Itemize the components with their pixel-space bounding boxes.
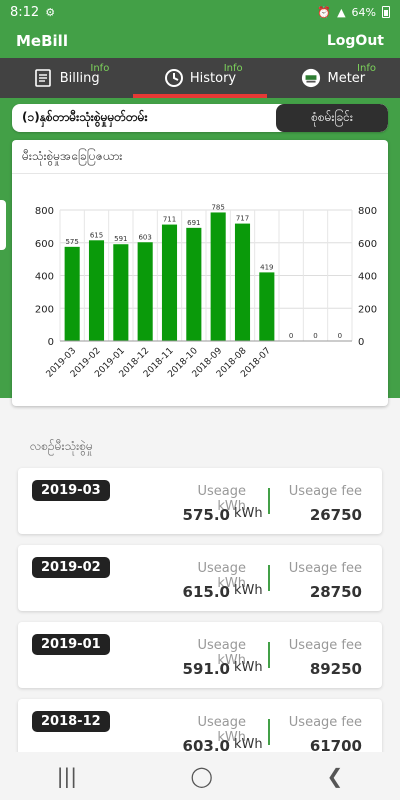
tab-history[interactable]: History Info (133, 58, 267, 98)
bar-value-label: 591 (114, 235, 127, 243)
bar-value-label: 575 (65, 238, 78, 246)
search-row: (၁)နှစ်တာမီးသုံးစွဲမှုမှတ်တမ်း စုံစမ်းခြ… (12, 104, 388, 132)
billing-icon (34, 68, 54, 88)
y-tick-label-left: 600 (35, 239, 54, 250)
usage-unit: kWh (234, 506, 263, 521)
y-tick-label-right: 800 (358, 206, 377, 217)
logout-button[interactable]: LogOut (327, 33, 384, 49)
bar (259, 272, 275, 341)
side-drawer-peek[interactable] (0, 200, 6, 250)
bar (210, 212, 226, 341)
history-month: 2019-02 (32, 557, 110, 578)
meter-icon (301, 68, 321, 88)
recent-apps-icon[interactable]: ||| (57, 764, 77, 788)
tab-meter[interactable]: Meter Info (267, 58, 400, 98)
fee-label: Useage fee (288, 715, 362, 730)
app-title: MeBill (16, 32, 68, 50)
usage-unit: kWh (234, 583, 263, 598)
y-tick-label-left: 800 (35, 206, 54, 217)
tab-meter-badge: Info (357, 63, 376, 74)
divider (268, 642, 270, 668)
tab-history-badge: Info (223, 63, 243, 74)
bar (113, 244, 129, 341)
usage-value: 575.0 (182, 506, 230, 524)
home-icon[interactable]: ◯ (191, 764, 213, 788)
usage-unit: kWh (234, 737, 263, 752)
bar-value-label: 0 (313, 332, 317, 340)
search-button[interactable]: စုံစမ်းခြင်း (276, 104, 388, 132)
divider (268, 719, 270, 745)
y-tick-label-left: 200 (35, 304, 54, 315)
history-card[interactable]: 2019-01 Useage kWh 591.0 kWh Useage fee … (18, 622, 382, 688)
divider (268, 488, 270, 514)
history-month: 2019-01 (32, 634, 110, 655)
history-month: 2018-12 (32, 711, 110, 732)
status-bar: 8:12 ⚙ ⏰ ▲ 64% (0, 0, 400, 24)
bar (137, 242, 153, 341)
history-card[interactable]: 2019-02 Useage kWh 615.0 kWh Useage fee … (18, 545, 382, 611)
tab-bar: Billing Info History Info Meter Info (0, 58, 400, 98)
bar-value-label: 0 (338, 332, 342, 340)
fee-label: Useage fee (288, 561, 362, 576)
bar-value-label: 0 (289, 332, 293, 340)
tab-billing[interactable]: Billing Info (0, 58, 133, 98)
app-bar: MeBill LogOut (0, 24, 400, 58)
fee-value: 26750 (309, 506, 362, 524)
usage-value: 615.0 (182, 583, 230, 601)
usage-bar-chart: 0 0200 200400 400600 600800 8005752019-036152… (35, 203, 377, 379)
history-section-title: လစဉ်မီးသုံးစွဲမှု (30, 439, 93, 453)
history-month: 2019-03 (32, 480, 110, 501)
chart-card: မီးသုံးစွဲမှုအခြေပြဇယား 0 0 200 200 400 400 60… (12, 140, 388, 406)
y-tick-label-left: 0 (48, 337, 54, 348)
y-tick-label-right: 600 (358, 239, 377, 250)
bar-value-label: 785 (211, 203, 224, 211)
status-time: 8:12 (10, 4, 40, 20)
bar-value-label: 615 (90, 231, 103, 239)
bar (186, 227, 202, 341)
alarm-icon: ⏰ (317, 5, 332, 19)
bar (234, 223, 251, 341)
fee-value: 28750 (309, 583, 362, 601)
bar-value-label: 711 (163, 216, 176, 224)
battery-text: 64% (351, 5, 376, 19)
signal-icon: ▲ (337, 5, 346, 19)
system-nav-bar: ||| ◯ ❮ (0, 752, 400, 800)
y-tick-label-right: 200 (358, 304, 377, 315)
fee-label: Useage fee (288, 484, 362, 499)
search-label[interactable]: (၁)နှစ်တာမီးသုံးစွဲမှုမှတ်တမ်း (12, 104, 276, 132)
divider (268, 565, 270, 591)
fee-value: 89250 (309, 660, 362, 678)
y-tick-label-right: 400 (358, 272, 377, 283)
chart-title: မီးသုံးစွဲမှုအခြေပြဇယား (12, 140, 388, 174)
bar-value-label: 419 (260, 263, 273, 271)
usage-unit: kWh (234, 660, 263, 675)
back-icon[interactable]: ❮ (326, 764, 343, 788)
bar (161, 224, 178, 341)
y-tick-label-left: 400 (35, 272, 54, 283)
bar-value-label: 691 (187, 219, 200, 227)
bar-value-label: 717 (236, 215, 249, 223)
bar-value-label: 603 (138, 233, 151, 241)
battery-icon (382, 6, 390, 18)
history-icon (164, 68, 184, 88)
tab-billing-badge: Info (90, 63, 110, 74)
notification-icon: ⚙ (45, 5, 56, 19)
bar (64, 246, 80, 341)
usage-value: 591.0 (182, 660, 230, 678)
y-tick-label-right: 0 (358, 337, 364, 348)
fee-label: Useage fee (288, 638, 362, 653)
history-card[interactable]: 2019-03 Useage kWh 575.0 kWh Useage fee … (18, 468, 382, 534)
bar (88, 240, 105, 341)
